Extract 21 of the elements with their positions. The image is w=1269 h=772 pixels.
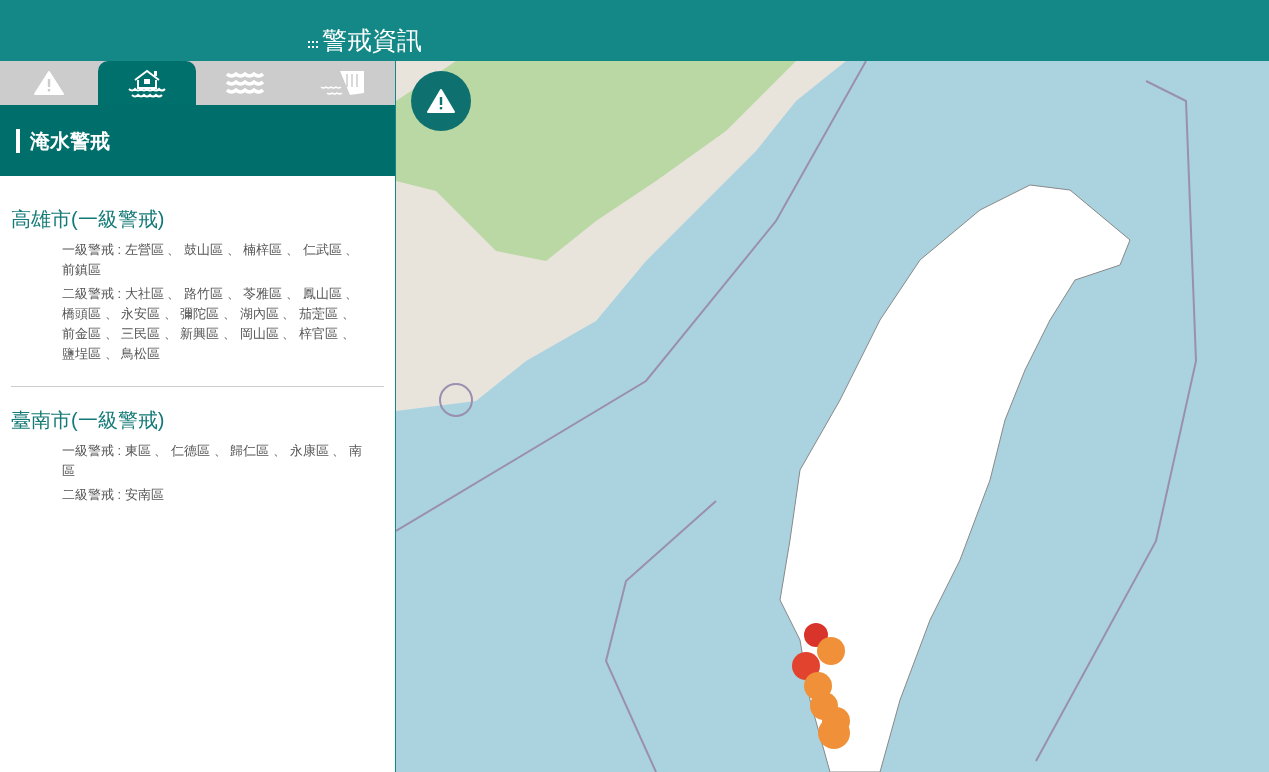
warning-icon bbox=[34, 71, 64, 95]
district-line: 區 bbox=[62, 462, 76, 480]
district-line: 鹽埕區 、 鳥松區 bbox=[62, 345, 162, 363]
district-line: 橋頭區 、 永安區 、 彌陀區 、 湖內區 、 茄萣區 、 bbox=[62, 305, 356, 323]
region-heading: 高雄市(一級警戒) bbox=[11, 207, 166, 232]
district-line: 前金區 、 三民區 、 新興區 、 岡山區 、 梓官區 、 bbox=[62, 325, 356, 343]
district-line: 一級警戒 : 東區 、 仁德區 、 歸仁區 、 永康區 、 南 bbox=[62, 442, 363, 460]
panel-title: 淹水警戒 bbox=[30, 128, 110, 154]
district-line: 二級警戒 : 大社區 、 路竹區 、 苓雅區 、 鳳山區 、 bbox=[62, 285, 360, 303]
accent-bar bbox=[16, 128, 20, 153]
dots-icon bbox=[308, 41, 318, 49]
flooded-house-icon bbox=[127, 68, 167, 98]
district-line: 一級警戒 : 左營區 、 鼓山區 、 楠梓區 、 仁武區 、 bbox=[62, 241, 360, 259]
district-line: 前鎮區 bbox=[62, 261, 102, 279]
dam-icon bbox=[320, 69, 366, 97]
page-title: 警戒資訊 bbox=[322, 28, 422, 53]
warning-icon bbox=[427, 89, 455, 113]
tab[interactable] bbox=[98, 61, 196, 105]
waves-icon bbox=[226, 70, 264, 96]
district-line: 二級警戒 : 安南區 bbox=[62, 486, 165, 504]
region-heading: 臺南市(一級警戒) bbox=[11, 408, 166, 433]
